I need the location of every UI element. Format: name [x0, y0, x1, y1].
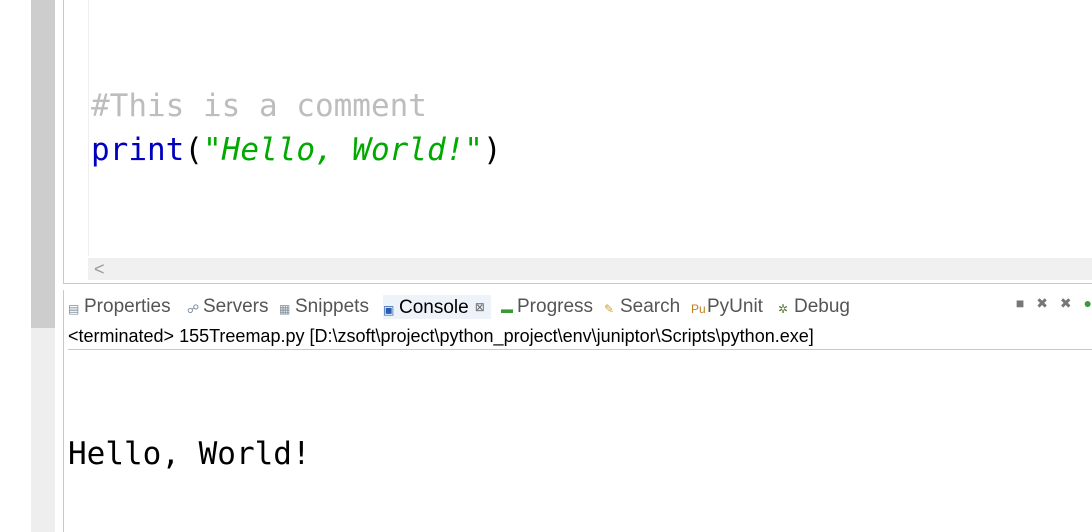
tab-servers[interactable]: ☍ Servers: [187, 295, 268, 319]
editor-gutter: [64, 0, 89, 256]
servers-icon: ☍: [187, 302, 200, 316]
code-line-comment: #This is a comment: [91, 84, 502, 128]
tab-label: PyUnit: [707, 296, 763, 317]
open-paren: (: [184, 132, 203, 168]
tab-pyunit[interactable]: PuPyUnit: [691, 295, 763, 319]
tab-label: Debug: [794, 296, 850, 317]
properties-icon: ▤: [68, 302, 80, 316]
string-literal: "Hello, World!": [203, 132, 483, 168]
tab-label: Search: [620, 296, 681, 317]
vertical-scrollbar-thumb[interactable]: [31, 0, 55, 328]
terminate-icon[interactable]: ■: [1016, 295, 1024, 311]
close-icon[interactable]: ⊠: [475, 300, 485, 314]
tab-label: Servers: [203, 296, 269, 317]
code-editor[interactable]: #This is a comment print("Hello, World!")…: [63, 0, 1092, 284]
tab-label: Console: [399, 297, 469, 318]
tab-label: Progress: [517, 296, 594, 317]
console-output: Hello, World!: [68, 436, 311, 472]
tab-console[interactable]: ▣ Console ⊠: [383, 295, 491, 319]
tab-properties[interactable]: ▤ Properties: [68, 295, 171, 319]
debug-icon: ✲: [778, 302, 789, 316]
console-toolbar: ■ ✖ ✖ ●: [1008, 295, 1092, 315]
remove-launch-icon[interactable]: ✖: [1036, 295, 1048, 312]
views-tab-bar: ▤ Properties ☍ Servers ▦ Snippets ▣ Console ⊠…: [63, 290, 1092, 324]
console-view[interactable]: <terminated> 155Treemap.py [D:\zsoft\pro…: [63, 324, 1092, 532]
progress-icon: ▬: [501, 302, 513, 316]
left-margin: [0, 0, 31, 532]
tab-snippets[interactable]: ▦ Snippets: [279, 295, 369, 319]
tab-debug[interactable]: ✲ Debug: [778, 295, 850, 319]
tab-search[interactable]: ✎ Search: [604, 295, 680, 319]
search-icon: ✎: [604, 302, 615, 316]
console-status: <terminated> 155Treemap.py [D:\zsoft\pro…: [68, 324, 1092, 350]
snippets-icon: ▦: [279, 302, 291, 316]
close-paren: ): [482, 132, 502, 168]
remove-all-terminated-icon[interactable]: ✖: [1060, 295, 1072, 312]
pin-console-icon[interactable]: ●: [1084, 295, 1092, 311]
print-keyword: print: [91, 132, 185, 168]
code-content[interactable]: #This is a comment print("Hello, World!"): [91, 84, 502, 172]
pyunit-icon: Pu: [691, 302, 706, 316]
code-line-print: print("Hello, World!"): [91, 128, 502, 172]
tab-label: Properties: [84, 296, 171, 317]
comment-token: #This is a comment: [91, 88, 427, 124]
tab-label: Snippets: [295, 296, 369, 317]
tab-progress[interactable]: ▬ Progress: [501, 295, 593, 319]
console-icon: ▣: [383, 303, 395, 317]
left-border: [55, 0, 63, 532]
scroll-left-arrow-icon[interactable]: <: [94, 258, 105, 280]
horizontal-scrollbar[interactable]: <: [88, 258, 1092, 280]
